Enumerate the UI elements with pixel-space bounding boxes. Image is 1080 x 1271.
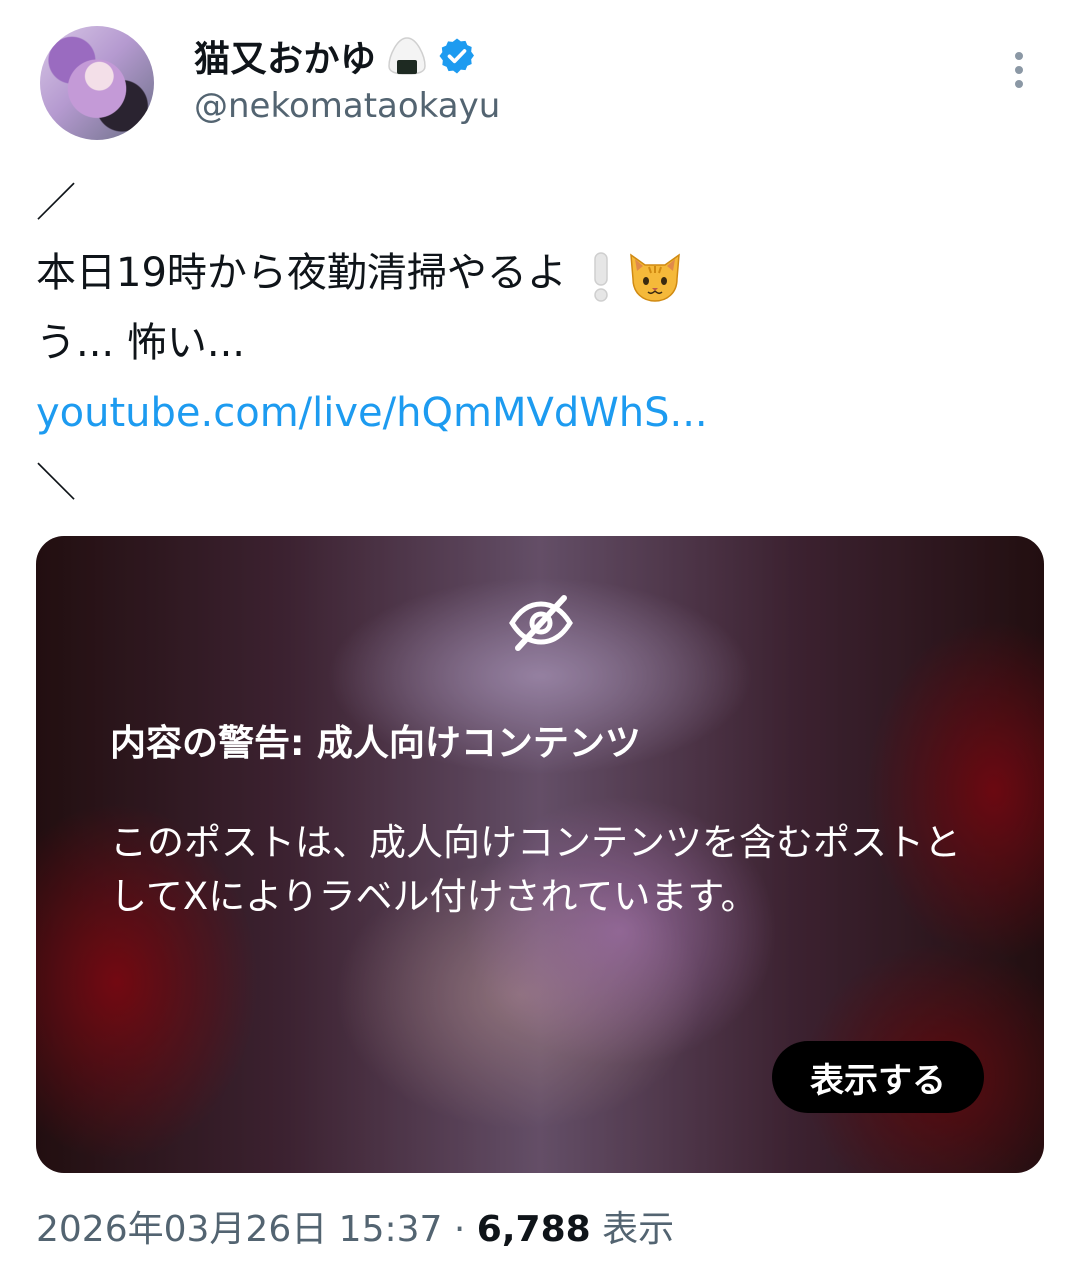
youtube-link[interactable]: youtube.com/live/hQmMVdWhS... [36, 378, 1036, 448]
verified-badge-icon [439, 38, 474, 74]
tweet-text: ／ 本日19時から夜勤清掃やるよ う... 怖い... youtube.com/… [36, 168, 1036, 518]
views-label: 表示 [602, 1209, 675, 1250]
tweet-meta: 2026年03月26日 15:37 · 6,788 表示 [36, 1200, 674, 1252]
meta-separator: · [453, 1209, 466, 1250]
content-warning-title: 内容の警告: 成人向けコンテンツ [110, 723, 641, 764]
sensitive-media-card[interactable]: 内容の警告: 成人向けコンテンツ このポストは、成人向けコンテンツを含むポストと… [36, 536, 1044, 1173]
views-count: 6,788 [476, 1209, 591, 1250]
onigiri-icon [387, 37, 426, 75]
tweet-line-open: ／ [36, 180, 76, 226]
more-vertical-icon[interactable] [1004, 48, 1034, 92]
timestamp[interactable]: 2026年03月26日 15:37 [36, 1209, 442, 1250]
tweet-line-1-text: 本日19時から夜勤清掃やるよ [36, 250, 567, 296]
tweet-line-1: 本日19時から夜勤清掃やるよ [36, 238, 1036, 308]
cat-face-icon [630, 253, 680, 302]
avatar[interactable] [40, 26, 154, 140]
author-display-name[interactable]: 猫又おかゆ [194, 30, 377, 82]
exclamation-icon [594, 252, 608, 302]
tweet-line-close: ＼ [36, 460, 76, 506]
tweet-line-2: う... 怖い... [36, 320, 246, 366]
author-handle[interactable]: @nekomataokayu [194, 86, 500, 126]
content-warning-body: このポストは、成人向けコンテンツを含むポストとしてXによりラベル付けされています… [110, 821, 961, 918]
eye-slash-icon [509, 595, 573, 651]
author-name-row: 猫又おかゆ [194, 30, 477, 82]
show-button[interactable]: 表示する [772, 1041, 984, 1113]
